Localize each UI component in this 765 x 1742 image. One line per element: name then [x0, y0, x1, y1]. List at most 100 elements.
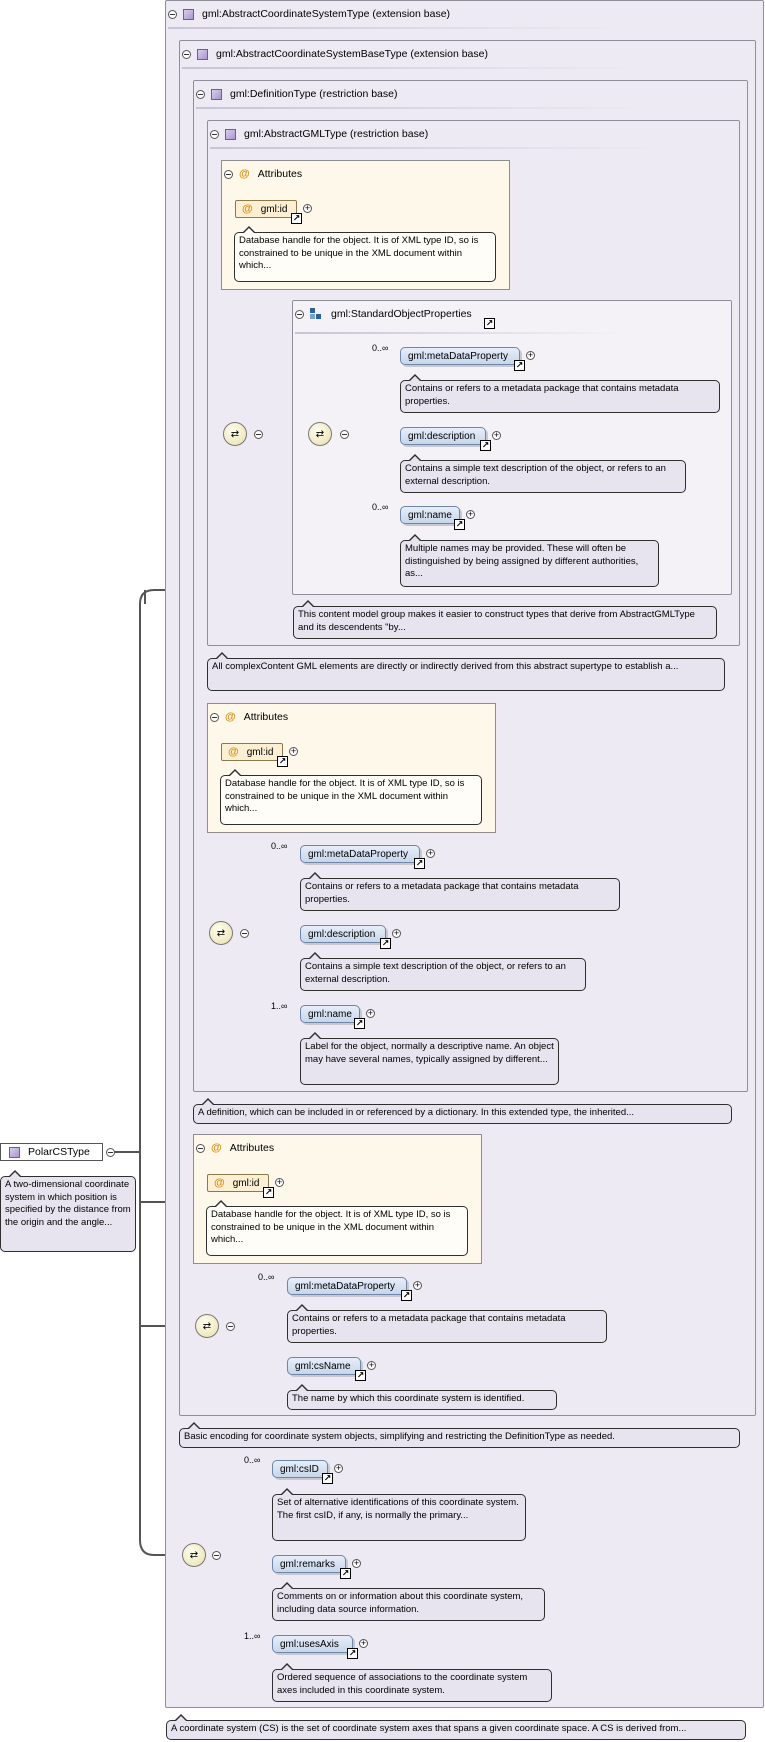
- element-doc: Contains or refers to a metadata package…: [300, 872, 620, 911]
- element-doc: Ordered sequence of associations to the …: [272, 1663, 552, 1702]
- attribute-gml-id[interactable]: @ gml:id: [235, 200, 297, 218]
- reference-arrow-icon[interactable]: ↗: [263, 1187, 274, 1198]
- reference-arrow-icon[interactable]: ↗: [454, 519, 465, 530]
- expand-plus-icon[interactable]: +: [334, 1464, 343, 1473]
- expand-plus-icon[interactable]: +: [392, 929, 401, 938]
- reference-arrow-icon[interactable]: ↗: [354, 1018, 365, 1029]
- reference-arrow-icon[interactable]: ↗: [380, 938, 391, 949]
- reference-arrow-icon[interactable]: ↗: [277, 756, 288, 767]
- sequence-icon[interactable]: ⇄: [182, 1543, 206, 1567]
- element-description[interactable]: gml:description: [300, 925, 386, 943]
- collapse-toggle-icon[interactable]: [196, 89, 205, 99]
- sequence-icon[interactable]: ⇄: [195, 1314, 219, 1338]
- sequence-icon[interactable]: ⇄: [223, 422, 247, 446]
- collapse-toggle-icon[interactable]: [226, 1322, 235, 1331]
- expand-plus-icon[interactable]: +: [275, 1178, 284, 1187]
- attribute-doc: Database handle for the object. It is of…: [220, 769, 482, 825]
- expand-plus-icon[interactable]: +: [366, 1009, 375, 1018]
- element-doc: Contains or refers to a metadata package…: [287, 1304, 607, 1343]
- type-header-gml[interactable]: gml:AbstractGMLType (restriction base): [210, 126, 428, 142]
- reference-arrow-icon[interactable]: ↗: [401, 1290, 412, 1301]
- type-doc-definition: A definition, which can be included in o…: [193, 1098, 732, 1124]
- divider: [295, 332, 625, 334]
- collapse-toggle-icon[interactable]: [182, 49, 191, 59]
- expand-plus-icon[interactable]: +: [466, 510, 475, 519]
- attribute-icon: @: [242, 203, 253, 215]
- expand-plus-icon[interactable]: +: [413, 1281, 422, 1290]
- cardinality: 0..∞: [372, 502, 389, 512]
- type-header-definition[interactable]: gml:DefinitionType (restriction base): [196, 86, 397, 102]
- divider: [210, 147, 660, 149]
- complex-type-icon: [197, 48, 208, 60]
- collapse-toggle-icon[interactable]: [210, 712, 219, 722]
- complex-type-icon: [211, 88, 222, 100]
- element-csid[interactable]: gml:csID: [272, 1460, 328, 1478]
- element-name[interactable]: gml:name: [400, 506, 460, 524]
- type-header-csbase[interactable]: gml:AbstractCoordinateSystemBaseType (ex…: [182, 46, 488, 62]
- collapse-toggle-icon[interactable]: [295, 309, 304, 319]
- attributes-header[interactable]: @ Attributes: [224, 166, 302, 182]
- reference-arrow-icon[interactable]: ↗: [355, 1370, 366, 1381]
- group-icon: [310, 308, 322, 320]
- reference-arrow-icon[interactable]: ↗: [340, 1568, 351, 1579]
- collapse-toggle-icon[interactable]: [254, 430, 263, 439]
- attributes-header[interactable]: @ Attributes: [196, 1140, 274, 1156]
- element-metadataproperty[interactable]: gml:metaDataProperty: [287, 1277, 407, 1295]
- collapse-toggle-icon[interactable]: [106, 1148, 115, 1157]
- collapse-toggle-icon[interactable]: [224, 169, 233, 179]
- root-type-doc: A two-dimensional coordinate system in w…: [0, 1170, 136, 1252]
- collapse-toggle-icon[interactable]: [340, 430, 349, 439]
- collapse-toggle-icon[interactable]: [196, 1143, 205, 1153]
- root-type-name: PolarCSType: [28, 1146, 90, 1158]
- element-doc: Set of alternative identifications of th…: [272, 1488, 526, 1541]
- collapse-toggle-icon[interactable]: [212, 1551, 221, 1560]
- sequence-icon[interactable]: ⇄: [308, 422, 332, 446]
- cardinality: 0..∞: [258, 1272, 275, 1282]
- attribute-gml-id[interactable]: @ gml:id: [221, 743, 283, 761]
- attribute-icon: @: [225, 711, 236, 723]
- root-type-polarcstype[interactable]: PolarCSType: [0, 1143, 103, 1161]
- reference-arrow-icon[interactable]: ↗: [322, 1473, 333, 1484]
- reference-arrow-icon[interactable]: ↗: [514, 360, 525, 371]
- type-doc-csbase: Basic encoding for coordinate system obj…: [179, 1422, 740, 1448]
- attributes-header[interactable]: @ Attributes: [210, 709, 288, 725]
- cardinality: 1..∞: [244, 1631, 261, 1641]
- element-doc: Comments on or information about this co…: [272, 1582, 545, 1621]
- element-usesaxis[interactable]: gml:usesAxis: [272, 1635, 353, 1653]
- expand-plus-icon[interactable]: +: [303, 204, 312, 213]
- group-header[interactable]: gml:StandardObjectProperties: [295, 306, 472, 322]
- group-doc: This content model group makes it easier…: [293, 600, 717, 639]
- reference-arrow-icon[interactable]: ↗: [347, 1648, 358, 1659]
- divider: [196, 107, 646, 109]
- element-remarks[interactable]: gml:remarks: [272, 1555, 346, 1573]
- type-name: gml:AbstractCoordinateSystemType (extens…: [202, 8, 451, 20]
- expand-plus-icon[interactable]: +: [289, 747, 298, 756]
- complex-type-icon: [183, 8, 194, 20]
- collapse-toggle-icon[interactable]: [168, 9, 177, 19]
- element-metadataproperty[interactable]: gml:metaDataProperty: [400, 347, 520, 365]
- type-header-cs[interactable]: gml:AbstractCoordinateSystemType (extens…: [168, 6, 450, 22]
- element-name[interactable]: gml:name: [300, 1005, 360, 1023]
- expand-plus-icon[interactable]: +: [352, 1559, 361, 1568]
- cardinality: 0..∞: [271, 841, 288, 851]
- reference-arrow-icon[interactable]: ↗: [480, 440, 491, 451]
- expand-plus-icon[interactable]: +: [526, 351, 535, 360]
- attribute-icon: @: [214, 1177, 225, 1189]
- expand-plus-icon[interactable]: +: [367, 1361, 376, 1370]
- attribute-gml-id[interactable]: @ gml:id: [207, 1174, 269, 1192]
- element-metadataproperty[interactable]: gml:metaDataProperty: [300, 845, 420, 863]
- element-csname[interactable]: gml:csName: [287, 1357, 361, 1375]
- expand-plus-icon[interactable]: +: [359, 1639, 368, 1648]
- element-description[interactable]: gml:description: [400, 427, 486, 445]
- reference-arrow-icon[interactable]: ↗: [484, 318, 495, 329]
- expand-plus-icon[interactable]: +: [492, 431, 501, 440]
- reference-arrow-icon[interactable]: ↗: [414, 858, 425, 869]
- element-doc: Multiple names may be provided. These wi…: [400, 534, 659, 587]
- expand-plus-icon[interactable]: +: [426, 849, 435, 858]
- reference-arrow-icon[interactable]: ↗: [291, 213, 302, 224]
- sequence-icon[interactable]: ⇄: [209, 921, 233, 945]
- divider: [182, 67, 632, 69]
- complex-type-icon: [225, 128, 236, 140]
- collapse-toggle-icon[interactable]: [240, 929, 249, 938]
- collapse-toggle-icon[interactable]: [210, 129, 219, 139]
